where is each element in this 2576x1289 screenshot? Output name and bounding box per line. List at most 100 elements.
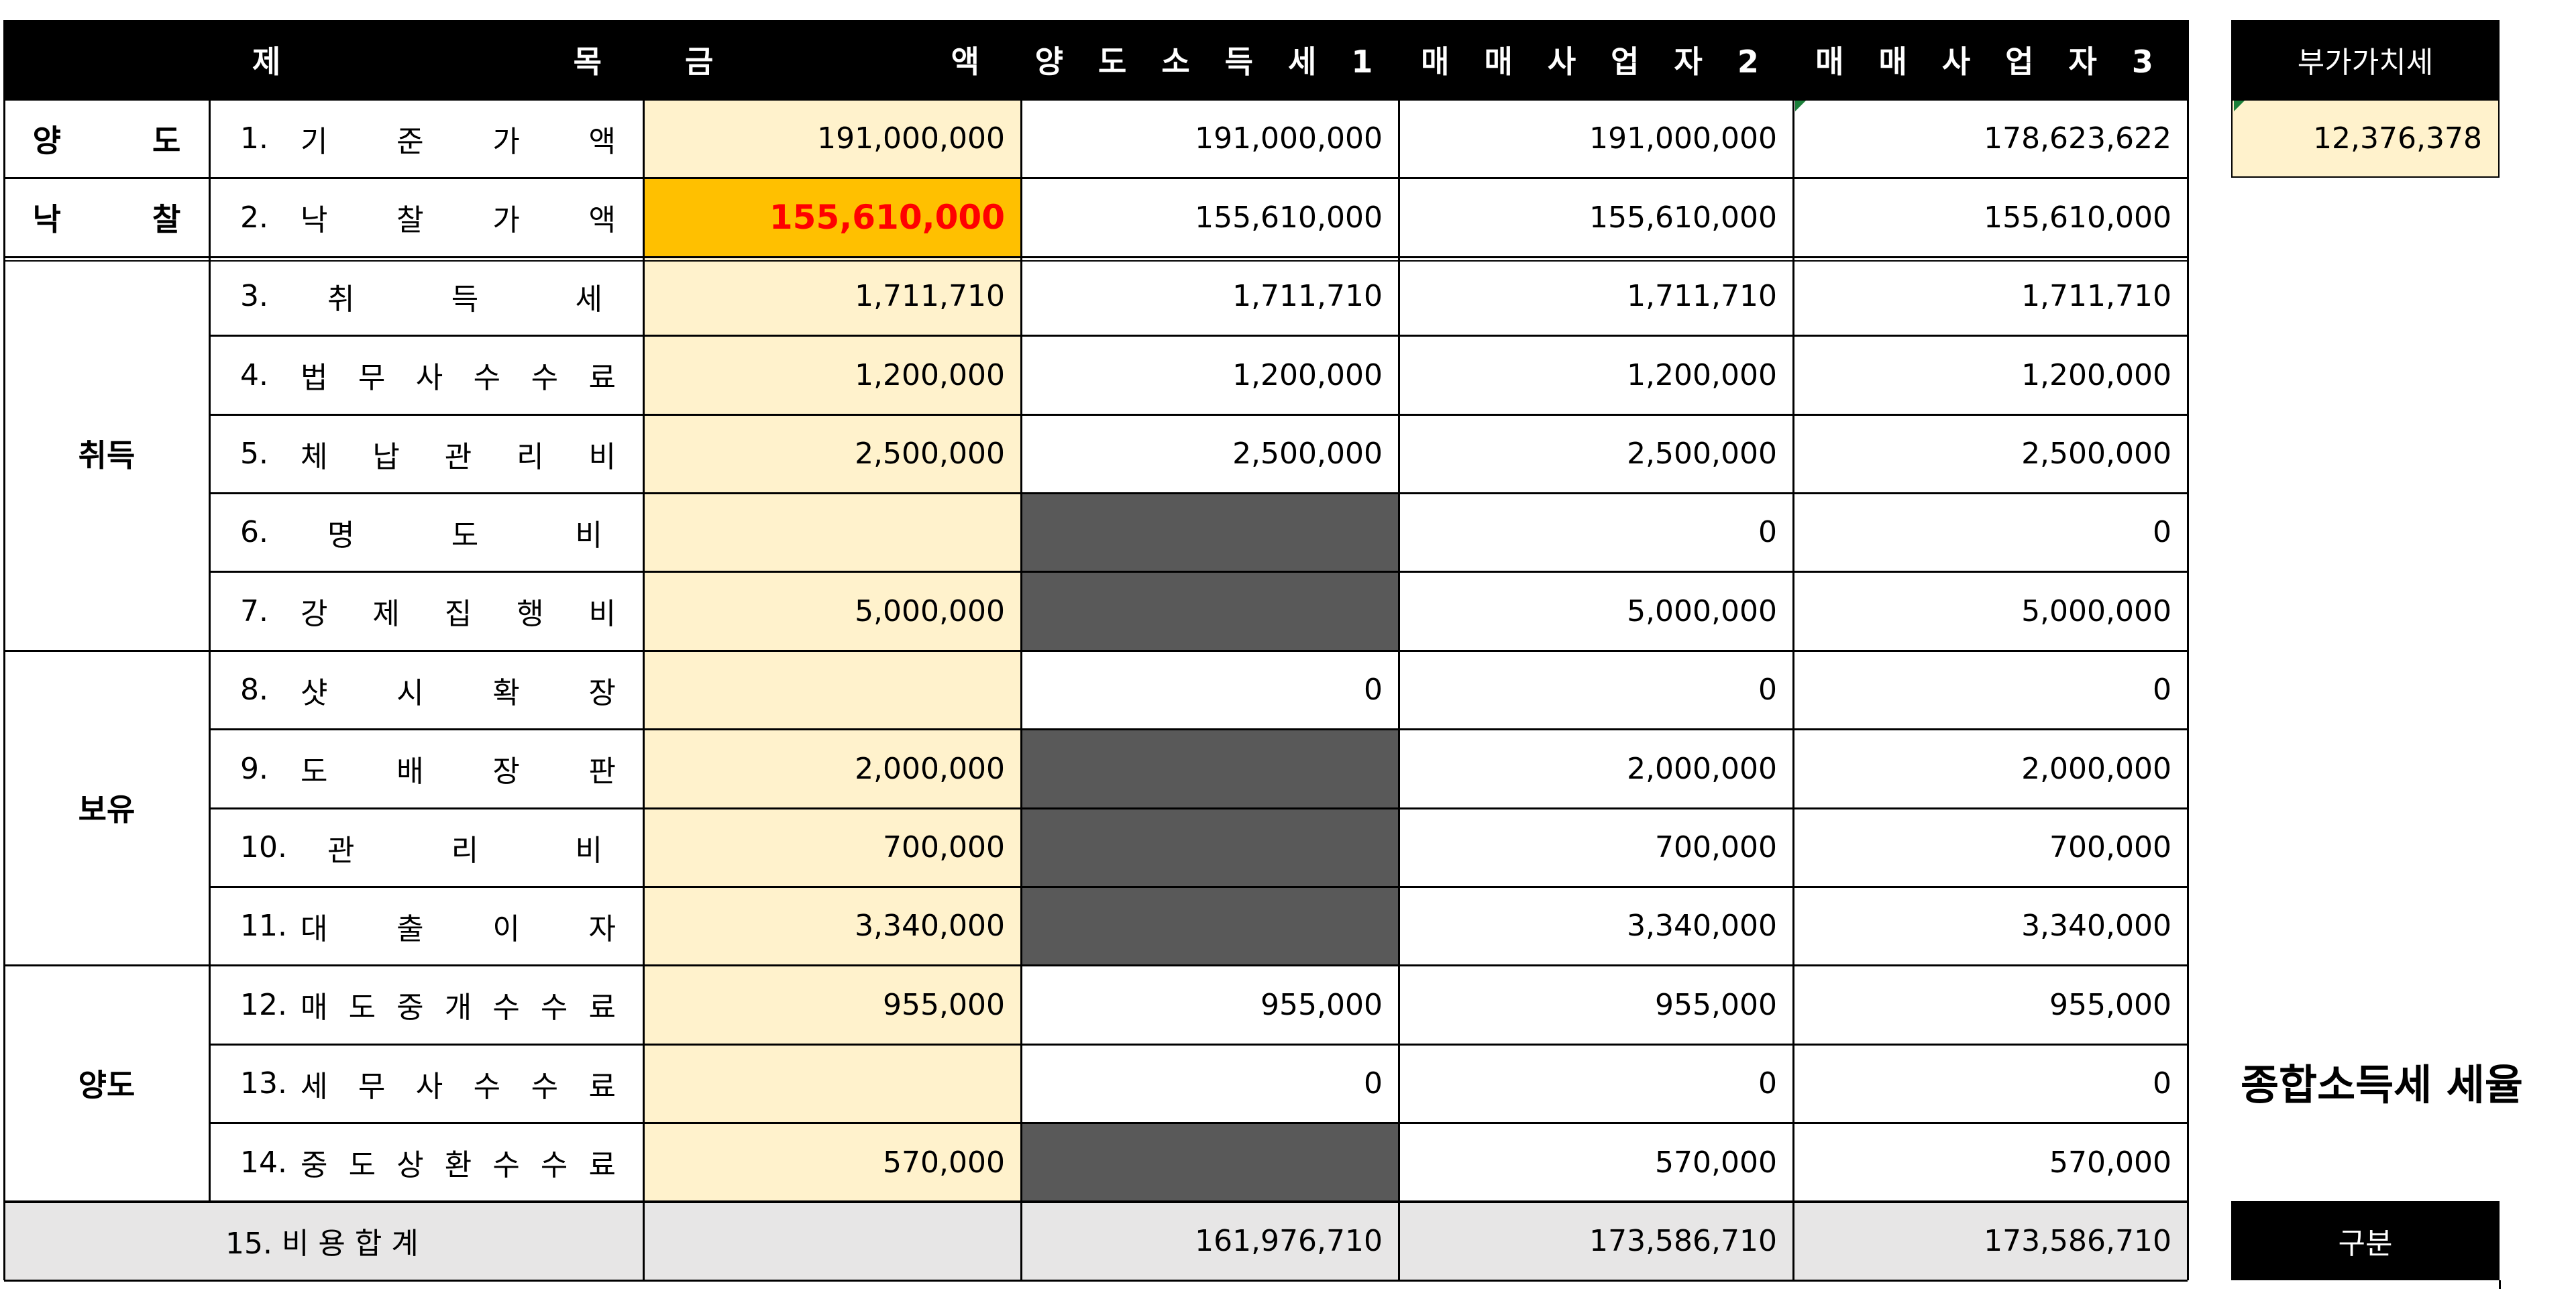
row-tax-cell[interactable]: 1,200,000 — [1021, 335, 1399, 414]
row-d2-cell[interactable]: 2,000,000 — [1399, 729, 1793, 808]
group-holding[interactable]: 보유 — [4, 650, 209, 965]
row-label-cell[interactable]: 5. 체 납 관 리 비 — [209, 414, 643, 493]
row-label-cell[interactable]: 11. 대 출 이 자 — [209, 887, 643, 965]
row-label-char: 득 — [451, 282, 479, 317]
row-d2-cell[interactable]: 191,000,000 — [1399, 99, 1793, 178]
row-d2-cell[interactable]: 700,000 — [1399, 808, 1793, 887]
row-label-cell[interactable]: 3. 취 득 세 — [209, 257, 643, 335]
row-border — [4, 177, 2188, 179]
row-tax-cell[interactable] — [1021, 1123, 1399, 1202]
row-d2-cell[interactable]: 155,610,000 — [1399, 178, 1793, 257]
row-label-cell[interactable]: 10. 관 리 비 — [209, 808, 643, 887]
row-label-char: 수 — [473, 1069, 501, 1104]
row-d2-cell[interactable]: 3,340,000 — [1399, 887, 1793, 965]
column-border — [643, 1201, 645, 1280]
row-tax-cell[interactable] — [1021, 571, 1399, 651]
row-amount-cell[interactable]: 155,610,000 — [643, 178, 1021, 257]
total-amount-cell[interactable] — [643, 1201, 1021, 1280]
header-vat[interactable]: 부가가치세 — [2231, 20, 2500, 99]
row-amount-cell[interactable]: 955,000 — [643, 965, 1021, 1044]
row-d2-cell[interactable]: 0 — [1399, 651, 1793, 729]
side-header-cell[interactable]: 구분 — [2231, 1201, 2500, 1280]
row-label-cell[interactable]: 13. 세 무 사 수 수 료 — [209, 1044, 643, 1123]
header-dealer-3[interactable]: 매 매 사 업 자 3 — [1793, 20, 2188, 99]
row-label-cell[interactable]: 2. 낙 찰 가 액 — [209, 178, 643, 257]
row-d3-cell[interactable]: 2,000,000 — [1793, 729, 2188, 808]
row-tax-cell[interactable]: 2,500,000 — [1021, 414, 1399, 493]
group-transfer[interactable]: 양도 — [4, 965, 209, 1201]
row-amount-cell[interactable]: 3,340,000 — [643, 887, 1021, 965]
vat-value-cell[interactable]: 12,376,378 — [2231, 99, 2500, 178]
row-amount-cell[interactable]: 2,000,000 — [643, 729, 1021, 808]
row-tax-cell[interactable] — [1021, 729, 1399, 808]
row-d3-cell[interactable]: 3,340,000 — [1793, 887, 2188, 965]
row-d2-cell[interactable]: 1,200,000 — [1399, 335, 1793, 414]
row-d3-cell[interactable]: 955,000 — [1793, 965, 2188, 1044]
row-label-cell[interactable]: 7. 강 제 집 행 비 — [209, 571, 643, 651]
total-label-cell[interactable]: 15. 비 용 합 계 — [4, 1201, 643, 1280]
row-d2-cell[interactable]: 5,000,000 — [1399, 571, 1793, 651]
row-amount-cell[interactable]: 2,500,000 — [643, 414, 1021, 493]
row-d3-cell[interactable]: 0 — [1793, 1044, 2188, 1123]
row-tax-cell[interactable]: 1,711,710 — [1021, 257, 1399, 335]
row-d3-cell[interactable]: 155,610,000 — [1793, 178, 2188, 257]
row-label-cell[interactable]: 14. 중 도 상 환 수 수 료 — [209, 1123, 643, 1202]
total-dealer-3-cell[interactable]: 173,586,710 — [1793, 1201, 2188, 1280]
row-d2-cell[interactable]: 955,000 — [1399, 965, 1793, 1044]
row-amount-cell[interactable]: 700,000 — [643, 808, 1021, 887]
row-tax-cell[interactable]: 0 — [1021, 651, 1399, 729]
row-amount-cell[interactable]: 1,711,710 — [643, 257, 1021, 335]
row-label-cell[interactable]: 1. 기 준 가 액 — [209, 99, 643, 178]
row-d3-cell[interactable]: 2,500,000 — [1793, 414, 2188, 493]
row-tax-cell[interactable]: 155,610,000 — [1021, 178, 1399, 257]
row-d2-cell[interactable]: 1,711,710 — [1399, 257, 1793, 335]
row-amount-cell[interactable] — [643, 493, 1021, 571]
row-label-cell[interactable]: 6. 명 도 비 — [209, 493, 643, 571]
row-tax-cell[interactable] — [1021, 808, 1399, 887]
row-amount-cell[interactable]: 1,200,000 — [643, 335, 1021, 414]
row-d2-cell[interactable]: 0 — [1399, 1044, 1793, 1123]
row-d2-cell[interactable]: 0 — [1399, 493, 1793, 571]
row-d3-cell[interactable]: 1,200,000 — [1793, 335, 2188, 414]
total-transfer-tax-cell[interactable]: 161,976,710 — [1021, 1201, 1399, 1280]
column-border — [643, 20, 645, 1280]
row-d3-cell[interactable]: 0 — [1793, 493, 2188, 571]
header-dealer-2[interactable]: 매 매 사 업 자 2 — [1399, 20, 1793, 99]
row-tax-cell[interactable]: 0 — [1021, 1044, 1399, 1123]
row-d3-cell[interactable]: 700,000 — [1793, 808, 2188, 887]
group-transfer-top[interactable]: 양 도 — [4, 99, 209, 178]
row-d3-cell[interactable]: 570,000 — [1793, 1123, 2188, 1202]
row-d3-cell[interactable]: 178,623,622 — [1793, 99, 2188, 178]
row-d3-cell[interactable]: 1,711,710 — [1793, 257, 2188, 335]
row-amount-cell[interactable] — [643, 1044, 1021, 1123]
row-d2-cell[interactable]: 2,500,000 — [1399, 414, 1793, 493]
group-acquisition[interactable]: 취득 — [4, 256, 209, 650]
row-tax-cell[interactable] — [1021, 887, 1399, 965]
row-label-text: 명도비 — [327, 511, 602, 554]
row-amount-cell[interactable]: 5,000,000 — [643, 571, 1021, 651]
row-label-char: 중 — [301, 1148, 328, 1182]
row-d2-cell[interactable]: 570,000 — [1399, 1123, 1793, 1202]
header-item-cell[interactable]: 제 목 — [4, 20, 643, 99]
header-item-char-2: 목 — [573, 44, 602, 80]
total-dealer-2-cell[interactable]: 173,586,710 — [1399, 1201, 1793, 1280]
header-transfer-tax[interactable]: 양 도 소 득 세 1 — [1021, 20, 1399, 99]
row-label-text: 매도중개수수료 — [301, 983, 616, 1026]
row-label-char: 무 — [358, 1069, 386, 1104]
row-label-char: 관 — [444, 439, 472, 474]
row-label-cell[interactable]: 4. 법 무 사 수 수 료 — [209, 335, 643, 414]
row-label-cell[interactable]: 12. 매 도 중 개 수 수 료 — [209, 965, 643, 1044]
row-amount-cell[interactable]: 191,000,000 — [643, 99, 1021, 178]
row-tax-cell[interactable]: 191,000,000 — [1021, 99, 1399, 178]
group-auction[interactable]: 낙 찰 — [4, 178, 209, 256]
row-tax-cell[interactable]: 955,000 — [1021, 965, 1399, 1044]
row-amount-cell[interactable]: 570,000 — [643, 1123, 1021, 1202]
header-amount-cell[interactable]: 금 액 — [643, 20, 1021, 99]
row-amount-cell[interactable] — [643, 651, 1021, 729]
row-label-cell[interactable]: 8. 샷 시 확 장 — [209, 651, 643, 729]
row-d3-cell[interactable]: 5,000,000 — [1793, 571, 2188, 651]
row-tax-cell[interactable] — [1021, 493, 1399, 571]
row-border — [209, 492, 2188, 494]
row-label-cell[interactable]: 9. 도 배 장 판 — [209, 729, 643, 808]
row-d3-cell[interactable]: 0 — [1793, 651, 2188, 729]
